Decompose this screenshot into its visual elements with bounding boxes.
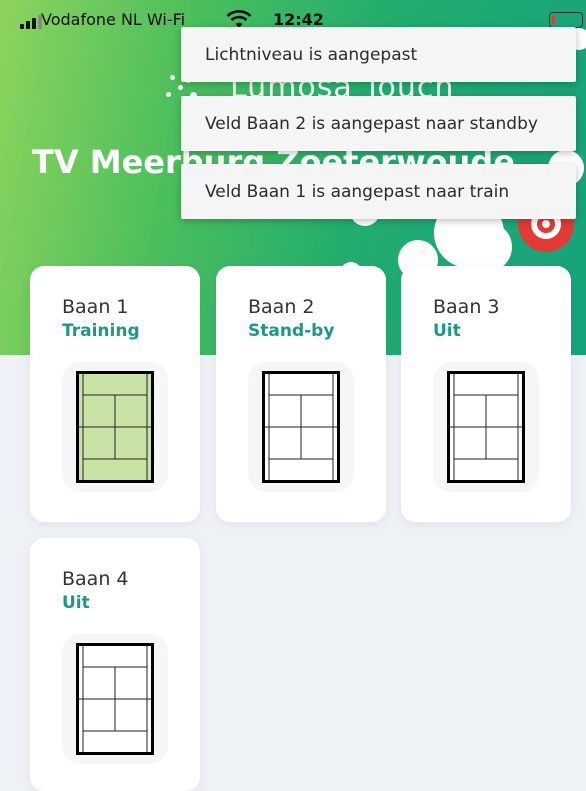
court-status: Training — [62, 321, 140, 341]
tennis-court-icon — [262, 371, 340, 483]
court-status: Stand-by — [248, 321, 335, 341]
court-name: Baan 2 — [248, 296, 315, 318]
signal-strength-icon — [20, 15, 42, 29]
court-card-baan-2[interactable]: Baan 2 Stand-by — [216, 266, 386, 522]
court-diagram-wrapper — [62, 634, 168, 764]
carrier-label: Vodafone NL Wi-Fi — [41, 10, 186, 29]
tennis-court-icon — [447, 371, 525, 483]
toast-message: Veld Baan 2 is aangepast naar standby — [205, 113, 538, 134]
court-name: Baan 3 — [433, 296, 500, 318]
tennis-court-icon — [76, 643, 154, 755]
toast-message: Veld Baan 1 is aangepast naar train — [205, 181, 510, 202]
tennis-court-icon — [76, 371, 154, 483]
court-name: Baan 1 — [62, 296, 129, 318]
court-status: Uit — [62, 593, 90, 613]
court-card-baan-3[interactable]: Baan 3 Uit — [401, 266, 571, 522]
toast-notification[interactable]: Lichtniveau is aangepast — [181, 27, 576, 82]
court-diagram-wrapper — [62, 362, 168, 492]
battery-icon — [549, 12, 583, 28]
toast-message: Lichtniveau is aangepast — [205, 44, 418, 65]
court-card-baan-4[interactable]: Baan 4 Uit — [30, 538, 200, 791]
court-card-baan-1[interactable]: Baan 1 Training — [30, 266, 200, 522]
court-status: Uit — [433, 321, 461, 341]
court-name: Baan 4 — [62, 568, 129, 590]
toast-notification[interactable]: Veld Baan 2 is aangepast naar standby — [181, 96, 576, 151]
court-diagram-wrapper — [248, 362, 354, 492]
decor-bubble — [462, 222, 512, 272]
court-diagram-wrapper — [433, 362, 539, 492]
toast-notification[interactable]: Veld Baan 1 is aangepast naar train — [181, 164, 576, 219]
